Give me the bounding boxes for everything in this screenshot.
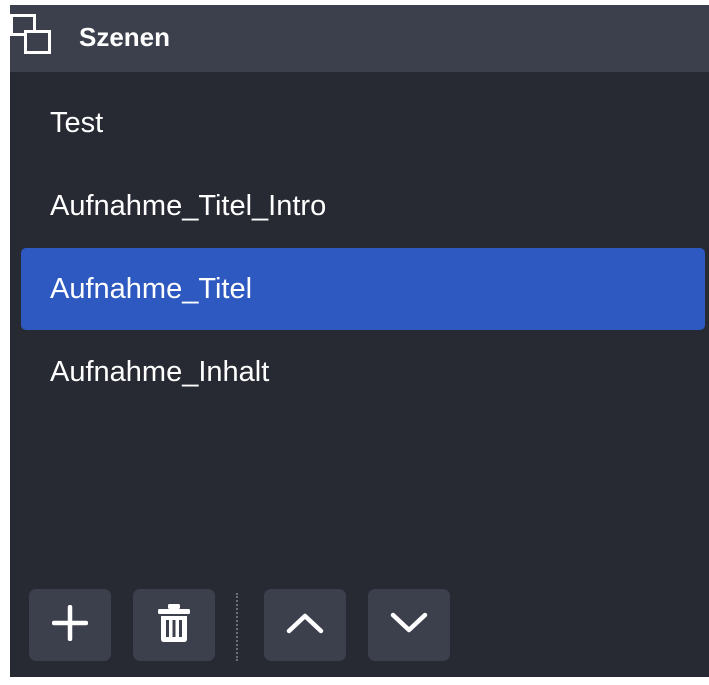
chevron-down-icon (390, 611, 428, 640)
scene-item-aufnahme-titel-intro[interactable]: Aufnahme_Titel_Intro (21, 165, 705, 247)
scene-item-test[interactable]: Test (21, 82, 705, 164)
move-scene-down-button[interactable] (368, 589, 450, 661)
scene-toolbar (10, 589, 709, 667)
move-scene-up-button[interactable] (264, 589, 346, 661)
toolbar-separator (236, 593, 238, 661)
plus-icon (51, 604, 89, 646)
dock-title: Szenen (79, 22, 171, 52)
scenes-dock: Szenen Test Aufnahme_Titel_Intro Aufnahm… (10, 5, 709, 677)
dock-header: Szenen (10, 5, 709, 72)
remove-scene-button[interactable] (133, 589, 215, 661)
scene-item-aufnahme-titel[interactable]: Aufnahme_Titel (21, 248, 705, 330)
trash-icon (157, 603, 191, 648)
add-scene-button[interactable] (29, 589, 111, 661)
scene-item-aufnahme-inhalt[interactable]: Aufnahme_Inhalt (21, 331, 705, 413)
scenes-icon (10, 14, 52, 56)
chevron-up-icon (286, 611, 324, 640)
